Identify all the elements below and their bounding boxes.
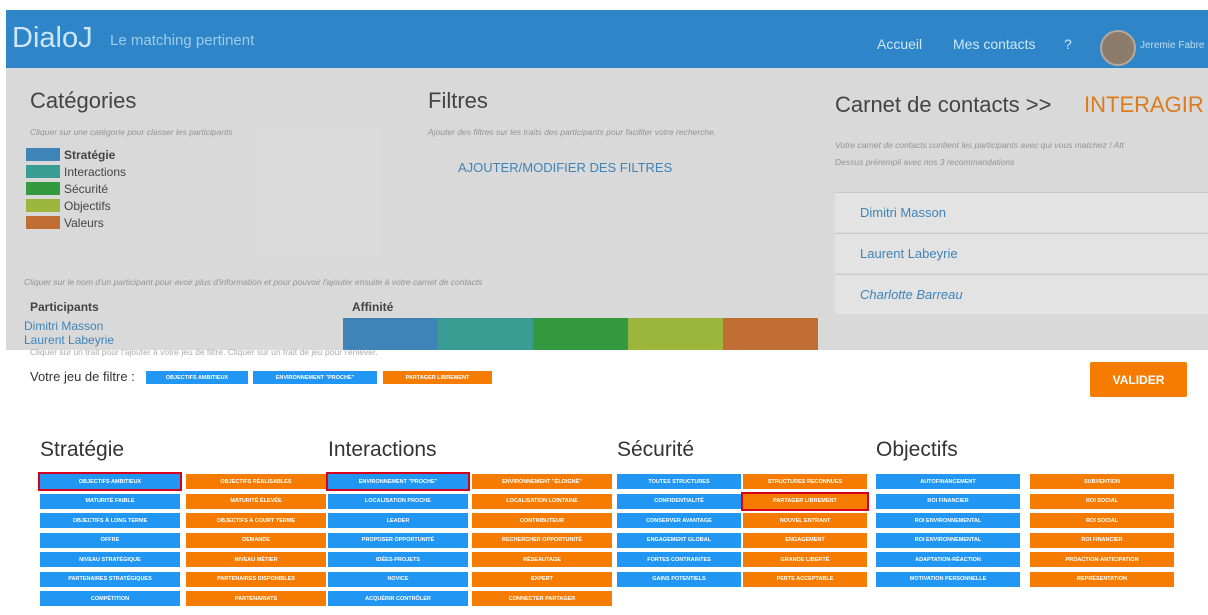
trait-tag[interactable]: IDÉES-PROJETS bbox=[328, 552, 468, 567]
trait-tag[interactable]: LOCALISATION PROCHE bbox=[328, 493, 468, 509]
window-frame-left bbox=[0, 0, 6, 615]
trait-tag[interactable]: OBJECTIFS AMBITIEUX bbox=[38, 472, 182, 491]
trait-tag[interactable]: ROI ENVIRONNEMENTAL bbox=[876, 513, 1020, 528]
window-frame-top bbox=[0, 0, 1208, 10]
filter-chip[interactable]: OBJECTIFS AMBITIEUX bbox=[146, 371, 248, 384]
trait-tag[interactable]: ENVIRONNEMENT "PROCHE" bbox=[326, 472, 470, 491]
trait-tag[interactable]: PROACTION-ANTICIPATION bbox=[1030, 552, 1174, 567]
trait-tag[interactable]: MATURITÉ ÉLEVÉE bbox=[186, 493, 326, 509]
trait-tag[interactable]: COMPÉTITION bbox=[40, 591, 180, 606]
trait-tag[interactable]: TOUTES STRUCTURES bbox=[617, 474, 741, 489]
trait-tag[interactable]: LOCALISATION LOINTAINE bbox=[472, 493, 612, 509]
trait-tag[interactable]: ACQUÉRIR CONTRÔLER bbox=[328, 591, 468, 606]
trait-tag[interactable]: DEMANDE bbox=[186, 532, 326, 548]
trait-tag[interactable]: FORTES CONTRAINTES bbox=[617, 552, 741, 567]
trait-tag[interactable]: PARTENARIATS bbox=[186, 591, 326, 606]
trait-group-title: Sécurité bbox=[617, 438, 695, 461]
trait-tag[interactable]: AUTOFINANCEMENT bbox=[876, 474, 1020, 489]
trait-tag[interactable]: RÉSEAUTAGE bbox=[472, 552, 612, 567]
top-navbar: DialoJ Le matching pertinent Accueil Mes… bbox=[6, 10, 1208, 68]
trait-tag[interactable]: OBJECTIFS À LONG TERME bbox=[40, 513, 180, 528]
trait-tag[interactable]: PROPOSER OPPORTUNITÉ bbox=[328, 532, 468, 548]
user-avatar[interactable] bbox=[1100, 30, 1136, 66]
nav-link-mes-contacts[interactable]: Mes contacts bbox=[953, 36, 1035, 52]
user-name[interactable]: Jeremie Fabre bbox=[1140, 40, 1204, 51]
trait-tag[interactable]: CONNECTER PARTAGER bbox=[472, 591, 612, 606]
trait-tag[interactable]: NIVEAU MÉTIER bbox=[186, 552, 326, 567]
trait-tag[interactable]: RECHERCHER OPPORTUNITÉ bbox=[472, 532, 612, 548]
trait-tag[interactable]: ENGAGEMENT bbox=[743, 532, 867, 548]
trait-tag[interactable]: SUBVENTION bbox=[1030, 474, 1174, 489]
trait-tag[interactable]: NIVEAU STRATÉGIQUE bbox=[40, 552, 180, 567]
trait-tag[interactable]: GAINS POTENTIELS bbox=[617, 571, 741, 587]
trait-tag[interactable]: STRUCTURES RECONNUES bbox=[743, 474, 867, 489]
trait-tag[interactable]: OBJECTIFS À COURT TERME bbox=[186, 513, 326, 528]
trait-tag[interactable]: PARTAGER LIBREMENT bbox=[741, 491, 869, 511]
brand-logo[interactable]: DialoJ bbox=[12, 22, 93, 55]
trait-tag[interactable]: OFFRE bbox=[40, 532, 180, 548]
trait-tag[interactable]: ROI SOCIAL bbox=[1030, 493, 1174, 509]
trait-tag[interactable]: PERTE ACCEPTABLE bbox=[743, 571, 867, 587]
brand-tagline: Le matching pertinent bbox=[110, 32, 255, 49]
trait-tag[interactable]: OBJECTIFS RÉALISABLES bbox=[186, 474, 326, 489]
trait-tag[interactable]: PARTENAIRES DISPONIBLES bbox=[186, 571, 326, 587]
filter-set-label: Votre jeu de filtre : bbox=[30, 369, 135, 384]
trait-tag[interactable]: CONSERVER AVANTAGE bbox=[617, 513, 741, 528]
nav-link-help[interactable]: ? bbox=[1064, 36, 1072, 52]
modal-hint: Cliquer sur un trait pour l'ajouter à vo… bbox=[30, 347, 378, 357]
trait-tag[interactable]: PARTENAIRES STRATÉGIQUES bbox=[40, 571, 180, 587]
nav-link-accueil[interactable]: Accueil bbox=[877, 36, 922, 52]
trait-tag[interactable]: MATURITÉ FAIBLE bbox=[40, 493, 180, 509]
trait-tag[interactable]: CONTRIBUTEUR bbox=[472, 513, 612, 528]
trait-tag[interactable]: ROI SOCIAL bbox=[1030, 513, 1174, 528]
trait-tag[interactable]: MOTIVATION PERSONNELLE bbox=[876, 571, 1020, 587]
trait-tag[interactable]: CONFIDENTIALITÉ bbox=[617, 493, 741, 509]
modal-backdrop[interactable] bbox=[6, 68, 1208, 350]
trait-tag[interactable]: ENVIRONNEMENT "ÉLOIGNÉ" bbox=[472, 474, 612, 489]
trait-group-title: Interactions bbox=[328, 438, 437, 461]
valider-button[interactable]: VALIDER bbox=[1090, 362, 1187, 397]
trait-group-title: Stratégie bbox=[40, 438, 125, 461]
trait-tag[interactable]: ROI ENVIRONNEMENTAL bbox=[876, 532, 1020, 548]
trait-tag[interactable]: ROI FINANCIER bbox=[876, 493, 1020, 509]
trait-tag[interactable]: ADAPTATION-RÉACTION bbox=[876, 552, 1020, 567]
trait-tag[interactable]: GRANDE LIBERTÉ bbox=[743, 552, 867, 567]
trait-tag[interactable]: NOVICE bbox=[328, 571, 468, 587]
filter-chip[interactable]: PARTAGER LIBREMENT bbox=[383, 371, 492, 384]
trait-group-title: Objectifs bbox=[876, 438, 958, 461]
trait-tag[interactable]: ROI FINANCIER bbox=[1030, 532, 1174, 548]
trait-tag[interactable]: NOUVEL ENTRANT bbox=[743, 513, 867, 528]
filter-chip[interactable]: ENVIRONNEMENT "PROCHE" bbox=[253, 371, 377, 384]
trait-tag[interactable]: ENGAGEMENT GLOBAL bbox=[617, 532, 741, 548]
trait-tag[interactable]: LEADER bbox=[328, 513, 468, 528]
trait-tag[interactable]: EXPERT bbox=[472, 571, 612, 587]
trait-tag[interactable]: REPRÉSENTATION bbox=[1030, 571, 1174, 587]
